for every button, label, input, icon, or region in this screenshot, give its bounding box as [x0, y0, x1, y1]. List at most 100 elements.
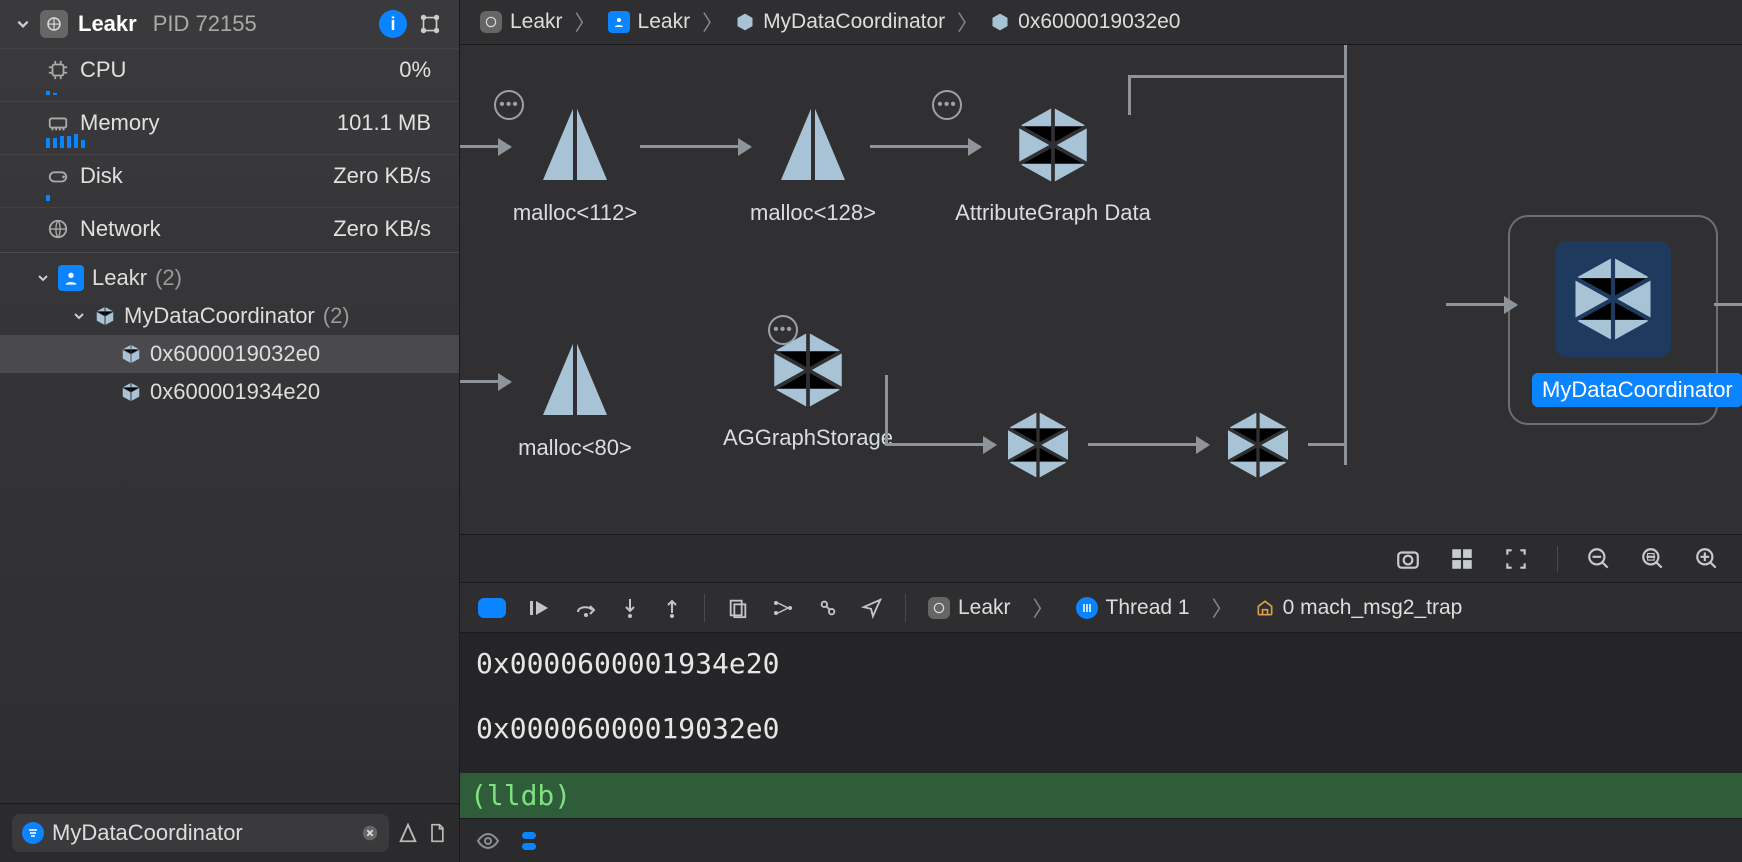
zoom-fit-icon[interactable]	[1640, 546, 1666, 572]
user-icon	[608, 11, 630, 33]
toggle-icon[interactable]	[520, 830, 538, 852]
pid-label: PID 72155	[153, 11, 257, 37]
breakpoint-toggle-icon[interactable]	[478, 598, 506, 618]
tree-row-label: 0x600001934e20	[150, 379, 320, 405]
metric-label: Network	[80, 216, 161, 242]
graph-node-malloc-80[interactable]: malloc<80>	[500, 335, 650, 461]
clear-filter-icon[interactable]	[361, 824, 379, 842]
chevron-right-icon: 〉	[1033, 593, 1054, 623]
breadcrumb: Leakr 〉 Leakr 〉 MyDataCoordinator 〉 0x60…	[460, 0, 1742, 45]
more-icon[interactable]: •••	[494, 90, 524, 120]
debug-thread-crumb[interactable]: Thread 1	[1076, 596, 1190, 620]
chevron-right-icon: 〉	[575, 7, 596, 37]
step-into-icon[interactable]	[620, 597, 640, 619]
tree-row-count: (2)	[155, 265, 182, 291]
zoom-out-icon[interactable]	[1586, 546, 1612, 572]
more-icon[interactable]: •••	[768, 315, 798, 345]
tree-instance[interactable]: 0x600001934e20	[0, 373, 459, 411]
grid-icon[interactable]	[1449, 546, 1475, 572]
crumb-label: 0 mach_msg2_trap	[1283, 596, 1463, 620]
filter-field[interactable]: MyDataCoordinator	[12, 814, 389, 852]
graph-node-cube[interactable]	[1208, 405, 1308, 495]
cube-icon	[94, 305, 116, 327]
separator	[905, 594, 906, 622]
graph-node-malloc-112[interactable]: ••• malloc<112>	[500, 100, 650, 226]
chevron-down-icon[interactable]	[16, 17, 30, 31]
app-icon	[40, 10, 68, 38]
metric-memory[interactable]: Memory 101.1 MB	[0, 101, 459, 138]
thread-icon	[1076, 597, 1098, 619]
graph-node-cube[interactable]	[988, 405, 1088, 495]
crumb-class[interactable]: MyDataCoordinator	[729, 6, 951, 38]
sidebar: Leakr PID 72155 i CPU 0% Memory 101.1 MB	[0, 0, 460, 862]
metric-value: 101.1 MB	[337, 110, 441, 136]
chevron-down-icon[interactable]	[36, 271, 50, 285]
crumb-instance[interactable]: 0x6000019032e0	[984, 6, 1186, 38]
tree-row-label: MyDataCoordinator	[124, 303, 315, 329]
chevron-right-icon: 〉	[1212, 593, 1233, 623]
memory-icon	[46, 111, 70, 135]
crumb-label: Leakr	[510, 10, 563, 34]
edge-arrow	[640, 145, 750, 148]
continue-icon[interactable]	[528, 598, 552, 618]
console-footer	[460, 818, 1742, 862]
metric-value: Zero KB/s	[333, 216, 441, 242]
chevron-right-icon: 〉	[957, 7, 978, 37]
memory-leak-tree: Leakr (2) MyDataCoordinator (2) 0x600001…	[0, 252, 459, 803]
memory-sparkline	[0, 138, 459, 154]
user-icon	[58, 265, 84, 291]
snapshot-icon[interactable]	[1395, 546, 1421, 572]
tree-instance[interactable]: 0x6000019032e0	[0, 335, 459, 373]
lldb-console[interactable]: 0x0000600001934e20 0x00006000019032e0 (l…	[460, 632, 1742, 818]
debug-process-crumb[interactable]: Leakr	[928, 596, 1011, 620]
edge-arrow	[1446, 303, 1516, 306]
graph-node-attributegraph[interactable]: ••• AttributeGraph Data	[938, 100, 1168, 226]
graph-node-mydatacoordinator[interactable]: MyDataCoordinator	[1508, 215, 1718, 425]
metric-cpu[interactable]: CPU 0%	[0, 48, 459, 85]
process-header[interactable]: Leakr PID 72155 i	[0, 0, 459, 48]
zoom-in-icon[interactable]	[1694, 546, 1720, 572]
edge-line	[1714, 303, 1742, 306]
debug-frame-crumb[interactable]: 0 mach_msg2_trap	[1255, 596, 1463, 620]
cube-icon	[120, 343, 142, 365]
view-debug-icon[interactable]	[727, 597, 749, 619]
more-icon[interactable]: •••	[932, 90, 962, 120]
graph-share-icon[interactable]	[417, 11, 443, 37]
console-prompt[interactable]: (lldb)	[460, 773, 1742, 818]
edge-line	[885, 375, 888, 445]
step-over-icon[interactable]	[574, 598, 598, 618]
metric-network[interactable]: Network Zero KB/s	[0, 207, 459, 244]
tree-class[interactable]: MyDataCoordinator (2)	[0, 297, 459, 335]
tree-root[interactable]: Leakr (2)	[0, 259, 459, 297]
network-icon	[46, 217, 70, 241]
crumb-target[interactable]: Leakr	[602, 6, 697, 38]
graph-node-malloc-128[interactable]: malloc<128>	[738, 100, 888, 226]
main-area: Leakr 〉 Leakr 〉 MyDataCoordinator 〉 0x60…	[460, 0, 1742, 862]
info-icon[interactable]: i	[379, 10, 407, 38]
environment-icon[interactable]	[817, 597, 839, 619]
metric-label: CPU	[80, 57, 126, 83]
document-icon[interactable]	[427, 822, 447, 844]
frame-icon	[1255, 598, 1275, 618]
chevron-down-icon[interactable]	[72, 309, 86, 323]
crumb-label: Thread 1	[1106, 596, 1190, 620]
step-out-icon[interactable]	[662, 597, 682, 619]
memory-graph-icon[interactable]	[771, 598, 795, 618]
metric-disk[interactable]: Disk Zero KB/s	[0, 154, 459, 191]
eye-icon[interactable]	[476, 832, 500, 850]
app-icon	[480, 11, 502, 33]
node-label: MyDataCoordinator	[1532, 373, 1742, 407]
memory-graph-canvas[interactable]: ••• malloc<112> malloc<128> ••• Attribut…	[460, 45, 1742, 582]
crumb-app[interactable]: Leakr	[474, 6, 569, 38]
edge-line	[1128, 75, 1131, 115]
disk-icon	[46, 164, 70, 188]
console-output-line: 0x0000600001934e20	[476, 643, 1726, 708]
location-icon[interactable]	[861, 597, 883, 619]
node-label: AGGraphStorage	[708, 425, 908, 451]
filter-text: MyDataCoordinator	[52, 820, 243, 846]
outline-icon[interactable]	[397, 822, 419, 844]
crumb-label: Leakr	[958, 596, 1011, 620]
focus-icon[interactable]	[1503, 546, 1529, 572]
graph-node-aggraphstorage[interactable]: ••• AGGraphStorage	[708, 325, 908, 451]
node-label: malloc<80>	[500, 435, 650, 461]
